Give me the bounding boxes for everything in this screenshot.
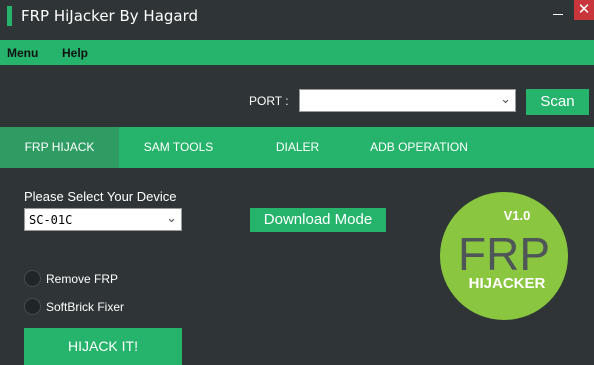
port-select[interactable]: ⌄: [299, 89, 516, 112]
close-button[interactable]: ✕: [574, 0, 594, 20]
menu-item-menu[interactable]: Menu: [7, 46, 38, 60]
device-select[interactable]: SC-01C ⌄: [24, 208, 182, 231]
remove-frp-label: Remove FRP: [46, 272, 119, 286]
app-icon: [7, 6, 12, 26]
chevron-down-icon: ⌄: [166, 210, 177, 225]
tab-sam-tools[interactable]: SAM TOOLS: [119, 127, 238, 168]
scan-button[interactable]: Scan: [526, 89, 589, 115]
port-label: PORT :: [249, 94, 289, 108]
softbrick-fixer-label: SoftBrick Fixer: [46, 300, 125, 314]
tab-adb-operation[interactable]: ADB OPERATION: [357, 127, 481, 168]
device-select-label: Please Select Your Device: [24, 189, 177, 204]
frp-hijacker-logo: V1.0 FRP HIJACKER: [440, 192, 568, 320]
logo-main-text: FRP: [458, 228, 550, 280]
chevron-down-icon: ⌄: [500, 91, 511, 106]
menu-bar: Menu Help: [0, 40, 594, 65]
hijack-button[interactable]: HIJACK IT!: [24, 328, 182, 365]
tab-dialer[interactable]: DIALER: [238, 127, 357, 168]
title-bar: FRP HiJacker By Hagard ✕: [0, 0, 594, 40]
radio-button-icon[interactable]: [24, 298, 41, 315]
menu-item-help[interactable]: Help: [62, 46, 88, 60]
download-mode-button[interactable]: Download Mode: [250, 208, 386, 232]
radio-button-icon[interactable]: [24, 270, 41, 287]
logo-version: V1.0: [504, 208, 531, 223]
device-select-value: SC-01C: [29, 213, 73, 227]
minimize-button[interactable]: [548, 0, 568, 20]
tab-bar: FRP HIJACK SAM TOOLS DIALER ADB OPERATIO…: [0, 127, 594, 168]
window-title: FRP HiJacker By Hagard: [21, 7, 199, 25]
tab-frp-hijack[interactable]: FRP HIJACK: [0, 127, 119, 168]
logo-sub-text: HIJACKER: [469, 275, 546, 292]
